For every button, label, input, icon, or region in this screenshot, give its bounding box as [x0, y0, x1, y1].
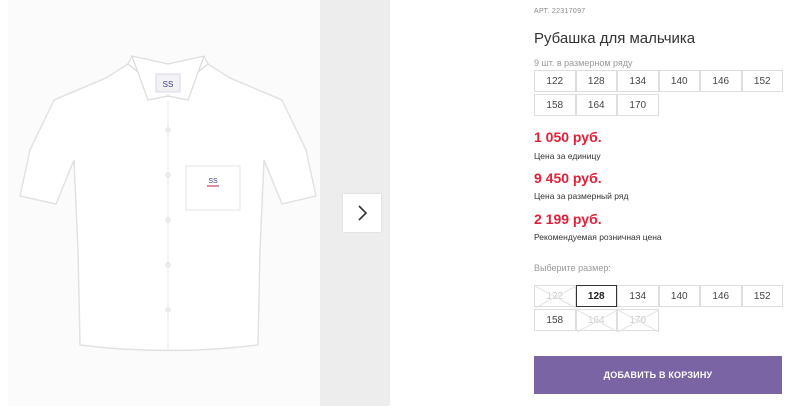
cross-out-icon — [576, 310, 618, 332]
article-number: АРТ. 22317097 — [534, 8, 586, 15]
size-range-note: 9 шт. в размерном ряду — [534, 58, 633, 68]
retail-price: 2 199 руб. — [534, 211, 602, 227]
retail-price-label: Рекомендуемая розничная цена — [534, 232, 662, 242]
range-price: 9 450 руб. — [534, 170, 602, 186]
size-option[interactable]: 152 — [741, 285, 783, 307]
next-image-button[interactable] — [343, 194, 381, 232]
size-option[interactable]: 140 — [658, 285, 700, 307]
unit-price-label: Цена за единицу — [534, 151, 601, 161]
size-option[interactable]: 134 — [617, 285, 659, 307]
size-option-unavailable: 164 — [575, 309, 618, 332]
size-range-cell: 158 — [534, 94, 576, 116]
cross-out-icon — [618, 310, 659, 332]
svg-text:SS: SS — [163, 80, 174, 89]
size-range-cell: 164 — [575, 94, 617, 116]
add-to-cart-button[interactable]: ДОБАВИТЬ В КОРЗИНУ — [534, 356, 782, 394]
range-price-label: Цена за размерный ряд — [534, 191, 629, 201]
product-title: Рубашка для мальчика — [534, 30, 696, 47]
size-range-cell: 152 — [741, 70, 783, 92]
cross-out-icon — [535, 286, 576, 308]
size-option[interactable]: 146 — [700, 285, 742, 307]
unit-price: 1 050 руб. — [534, 129, 602, 145]
product-image: SS SS — [8, 0, 320, 406]
size-option-unavailable: 170 — [617, 309, 659, 332]
product-gallery: SS SS — [0, 0, 390, 406]
choose-size-label: Выберите размер: — [534, 263, 611, 273]
size-option-unavailable: 122 — [534, 285, 576, 308]
size-option[interactable]: 158 — [534, 309, 576, 331]
size-range-cell: 170 — [617, 94, 659, 116]
size-range-cell: 128 — [575, 70, 617, 92]
chevron-right-icon — [358, 205, 368, 221]
size-range-cell: 122 — [534, 70, 576, 92]
size-range-cell: 146 — [700, 70, 742, 92]
size-option-selected[interactable]: 128 — [575, 285, 617, 307]
size-range-cell: 140 — [658, 70, 700, 92]
shirt-illustration: SS SS — [19, 55, 317, 352]
size-range-cell: 134 — [617, 70, 659, 92]
svg-text:SS: SS — [208, 178, 218, 185]
